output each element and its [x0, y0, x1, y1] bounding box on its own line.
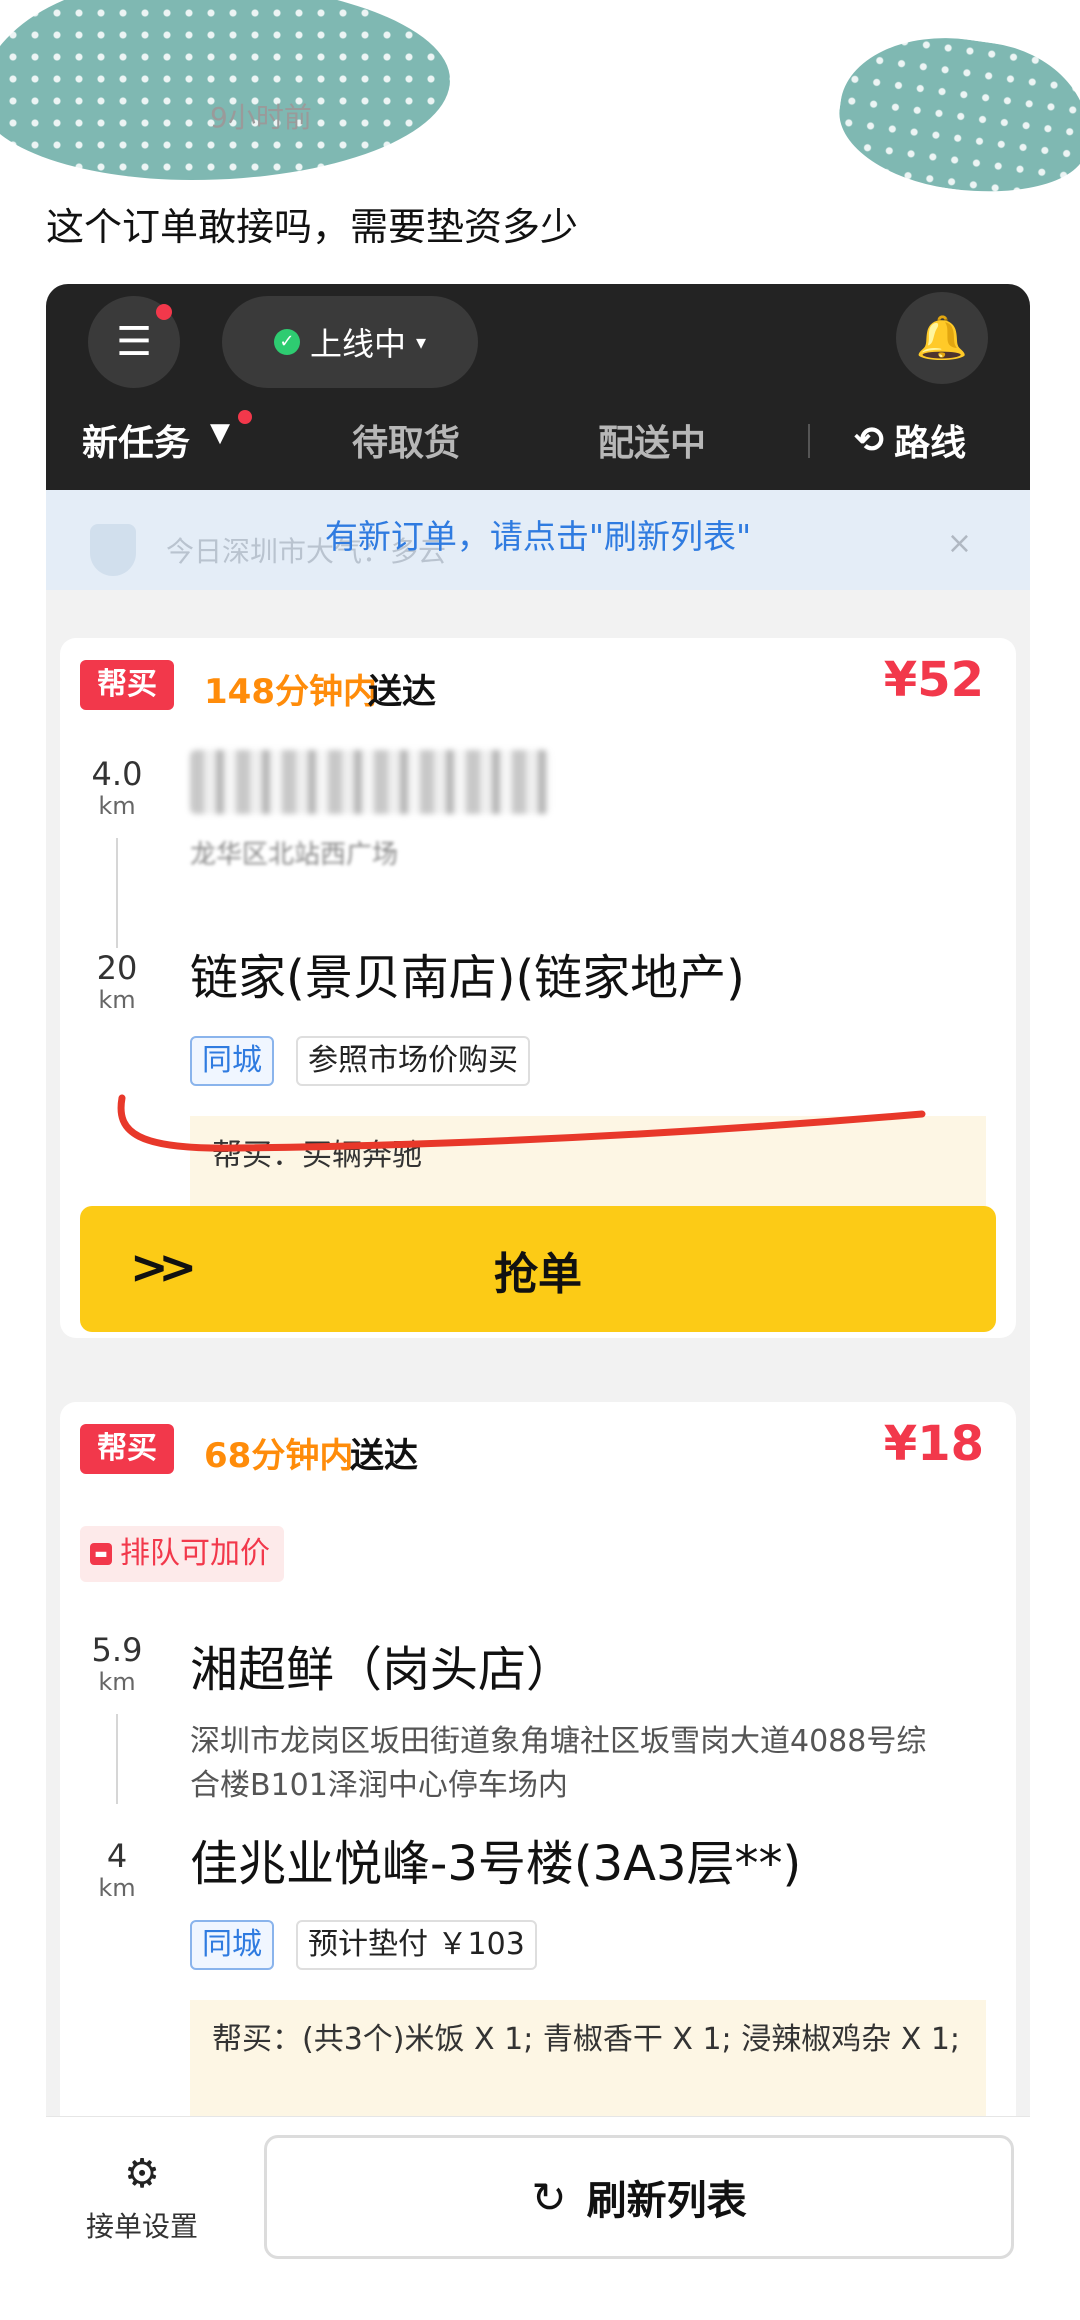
red-underline-annotation [117, 1094, 926, 1152]
buy-tag: 帮买 [80, 660, 174, 710]
grab-order-label: 抢单 [494, 1249, 582, 1300]
filter-dot [238, 410, 252, 424]
eta-suffix: 送达 [350, 1436, 418, 1476]
pickup-address: 龙华区北站西广场 [190, 840, 399, 870]
pickup-distance: 4.0 km [82, 756, 152, 820]
bottom-bar: ⚙ 接单设置 ↻ 刷新列表 [46, 2116, 1030, 2280]
new-order-notice[interactable]: 今日深圳市大气：多云 有新订单，请点击"刷新列表" × [46, 490, 1030, 590]
online-status-toggle[interactable]: ✓ 上线中 ▾ [222, 296, 478, 388]
order-price: ¥52 [883, 652, 984, 708]
buy-tag: 帮买 [80, 1424, 174, 1474]
tab-new-tasks[interactable]: 新任务 [82, 414, 190, 466]
pickup-name-redacted [190, 750, 550, 814]
avatar-sticker-overlay [0, 0, 450, 180]
dest-distance-value: 20 [96, 949, 138, 987]
app-screenshot: ☰ ✓ 上线中 ▾ 🔔 新任务 ▼ 待取货 配送中 ⟲ 路线 今日深圳市大气：多… [46, 284, 1030, 2280]
dest-distance: 4 km [82, 1838, 152, 1902]
filter-icon[interactable]: ▼ [210, 418, 230, 448]
check-icon: ✓ [273, 329, 300, 355]
eta-text: 148分钟内 [204, 672, 377, 712]
queue-icon: ▬ [90, 1543, 112, 1565]
top-bar: ☰ ✓ 上线中 ▾ 🔔 新任务 ▼ 待取货 配送中 ⟲ 路线 [46, 284, 1030, 490]
pickup-name: 湘超鲜（岗头店） [190, 1642, 575, 1698]
close-icon[interactable]: × [947, 526, 972, 561]
tab-pending-pickup[interactable]: 待取货 [352, 414, 460, 466]
corner-sticker-overlay [830, 23, 1080, 207]
route-icon: ⟲ [854, 419, 885, 461]
destination-name: 佳兆业悦峰-3号楼(3A3层**) [190, 1836, 802, 1892]
notification-dot [156, 304, 172, 320]
prepay-badge: 预计垫付 ￥103 [296, 1920, 537, 1970]
route-line [116, 838, 118, 948]
notifications-button[interactable]: 🔔 [896, 292, 988, 384]
caret-down-icon: ▾ [415, 330, 427, 354]
destination-name: 链家(景贝南店)(链家地产) [190, 950, 745, 1006]
order-settings-button[interactable]: ⚙ 接单设置 [72, 2151, 212, 2245]
bell-icon: 🔔 [915, 313, 969, 362]
pickup-distance-value: 5.9 [91, 1631, 143, 1669]
order-card: 帮买 148分钟内 送达 ¥52 4.0 km 龙华区北站西广场 20 km 链… [60, 638, 1016, 1338]
order-settings-label: 接单设置 [85, 2210, 198, 2243]
settings-sliders-icon: ⚙ [124, 2151, 160, 2197]
dest-distance-unit: km [98, 1874, 136, 1902]
refresh-list-label: 刷新列表 [586, 2178, 747, 2224]
pickup-distance-unit: km [98, 1668, 136, 1696]
grab-order-button[interactable]: >> 抢单 [80, 1206, 996, 1332]
pickup-distance-unit: km [98, 792, 136, 820]
dest-distance: 20 km [82, 950, 152, 1014]
route-line [116, 1714, 118, 1804]
menu-icon: ☰ [116, 319, 152, 365]
pickup-distance-value: 4.0 [91, 755, 143, 793]
tab-route-label: 路线 [894, 423, 967, 464]
menu-button[interactable]: ☰ [88, 296, 180, 388]
notice-text: 有新订单，请点击"刷新列表" [324, 517, 752, 556]
tab-route[interactable]: ⟲ 路线 [854, 414, 966, 466]
queue-surcharge-tag: ▬ 排队可加价 [80, 1526, 284, 1582]
eta-text: 68分钟内 [204, 1436, 354, 1476]
tab-delivering[interactable]: 配送中 [598, 414, 706, 466]
pickup-distance: 5.9 km [82, 1632, 152, 1696]
city-badge: 同城 [190, 1920, 274, 1970]
post-text: 这个订单敢接吗，需要垫资多少 [46, 205, 579, 249]
tab-divider [808, 424, 810, 458]
tab-bar: 新任务 ▼ 待取货 配送中 ⟲ 路线 [46, 402, 1030, 490]
refresh-icon: ↻ [531, 2172, 567, 2222]
price-rule-badge: 参照市场价购买 [296, 1036, 530, 1086]
online-status-label: 上线中 [309, 325, 406, 363]
order-price: ¥18 [883, 1416, 984, 1472]
city-badge: 同城 [190, 1036, 274, 1086]
eta-suffix: 送达 [368, 672, 436, 712]
post-time: 9小时前 [210, 101, 312, 134]
dest-distance-value: 4 [106, 1837, 128, 1875]
dest-distance-unit: km [98, 986, 136, 1014]
refresh-list-button[interactable]: ↻ 刷新列表 [264, 2135, 1014, 2259]
pickup-address: 深圳市龙岗区坂田街道象角塘社区坂雪岗大道4088号综合楼B101泽润中心停车场内 [190, 1724, 927, 1803]
queue-tag-label: 排队可加价 [120, 1536, 270, 1571]
